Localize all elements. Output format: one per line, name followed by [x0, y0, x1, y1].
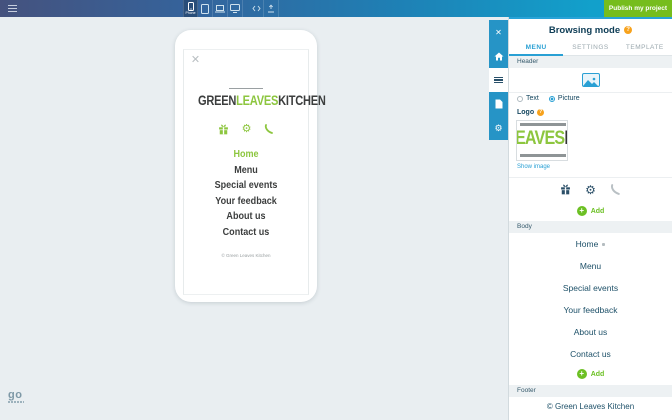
radio-picture[interactable]: Picture [549, 95, 580, 102]
settings-tool-button[interactable]: ⚙ [489, 116, 508, 140]
brand-logo-caption [8, 401, 24, 403]
device-laptop-button[interactable] [213, 0, 228, 17]
code-icon [252, 5, 261, 12]
header-icons-row: ⚙ [184, 124, 308, 135]
publish-project-button[interactable]: Publish my project [604, 0, 672, 17]
logo-preview-dark-text: K [564, 128, 568, 149]
gear-icon[interactable]: ⚙ [242, 124, 252, 135]
menu-item-your-feedback[interactable]: Your feedback [193, 194, 300, 210]
device-switcher: Phone [183, 0, 279, 17]
menu-item-about-us[interactable]: About us [193, 209, 300, 225]
header-type-radio-group: Text Picture [517, 95, 580, 102]
pages-tool-button[interactable] [489, 92, 508, 116]
logo-preview-bottombar [520, 154, 566, 157]
home-tool-button[interactable] [489, 44, 508, 68]
menu-item-menu[interactable]: Menu [193, 163, 300, 179]
body-item-contact-us[interactable]: Contact us [509, 343, 672, 365]
phone-menu: Home Menu Special events Your feedback A… [184, 147, 308, 240]
device-phone-button[interactable]: Phone [183, 0, 198, 17]
page-icon [495, 99, 503, 109]
logo-preview-topbar [520, 123, 566, 126]
laptop-icon [215, 5, 225, 13]
device-tablet-button[interactable] [198, 0, 213, 17]
editor-panel: Browsing mode ? MENU SETTINGS TEMPLATE H… [508, 17, 672, 420]
body-item-your-feedback[interactable]: Your feedback [509, 299, 672, 321]
body-item-menu[interactable]: Menu [509, 255, 672, 277]
menu-item-home[interactable]: Home [193, 147, 300, 163]
export-button[interactable] [264, 0, 279, 17]
radio-text-circle [517, 96, 523, 102]
logo-image-preview[interactable]: EAVESK [516, 120, 568, 161]
tab-menu[interactable]: MENU [509, 41, 563, 55]
close-icon: ✕ [495, 28, 502, 37]
help-icon[interactable]: ? [537, 109, 544, 116]
body-item-home[interactable]: Home [509, 233, 672, 255]
body-item-about-us[interactable]: About us [509, 321, 672, 343]
picture-icon [583, 76, 598, 86]
phone-mockup: ✕ GREENLEAVESKITCHEN ⚙ [175, 30, 317, 302]
panel-tabs: MENU SETTINGS TEMPLATE [509, 41, 672, 56]
preview-canvas: ✕ GREENLEAVESKITCHEN ⚙ [0, 17, 508, 420]
logo-field-label: Logo [517, 109, 534, 116]
logo-divider [229, 88, 263, 89]
logo-text-pre: GREEN [198, 93, 236, 108]
phone-copyright: © Green Leaves Kitchen [184, 253, 308, 258]
gift-icon[interactable] [560, 184, 571, 195]
gear-icon[interactable]: ⚙ [585, 184, 596, 196]
export-icon [267, 4, 275, 13]
add-body-item-button[interactable]: + Add [509, 365, 672, 383]
hamburger-icon[interactable] [8, 5, 17, 12]
radio-picture-circle [549, 96, 555, 102]
add-header-icon-button[interactable]: + Add [509, 202, 672, 220]
panel-title: Browsing mode [549, 25, 620, 36]
help-icon[interactable]: ? [624, 26, 632, 34]
tab-settings[interactable]: SETTINGS [563, 41, 617, 55]
close-panel-button[interactable]: ✕ [489, 20, 508, 44]
logo-preview-green-text: EAVES [516, 128, 564, 149]
body-item-special-events[interactable]: Special events [509, 277, 672, 299]
panel-header-icons: ⚙ [509, 177, 672, 201]
header-image-button[interactable] [582, 73, 600, 87]
app-brand-logo[interactable]: go [8, 390, 24, 403]
body-items-list: Home Menu Special events Your feedback A… [509, 233, 672, 365]
desktop-icon [230, 4, 240, 13]
phone-icon [188, 2, 194, 11]
code-view-button[interactable] [249, 0, 264, 17]
tab-template[interactable]: TEMPLATE [618, 41, 672, 55]
phone-handset-icon[interactable] [264, 124, 274, 134]
show-image-link[interactable]: Show image [517, 164, 550, 170]
logo-text-post: KITCHEN [278, 93, 325, 108]
home-marker-icon [602, 243, 605, 246]
radio-text[interactable]: Text [517, 95, 539, 102]
footer-copyright[interactable]: © Green Leaves Kitchen [509, 402, 672, 411]
editor-tool-strip: ✕ ⚙ [489, 20, 508, 140]
logo-text-green: LEAVES [236, 93, 278, 108]
phone-handset-icon[interactable] [610, 184, 621, 195]
menu-item-special-events[interactable]: Special events [193, 178, 300, 194]
section-body: Body [509, 221, 672, 233]
section-footer: Footer [509, 385, 672, 397]
top-bar: Phone [0, 0, 672, 17]
close-icon[interactable]: ✕ [190, 55, 201, 66]
home-icon [494, 52, 504, 61]
device-desktop-button[interactable] [228, 0, 243, 17]
plus-icon: + [577, 206, 587, 216]
phone-screen: ✕ GREENLEAVESKITCHEN ⚙ [183, 49, 309, 295]
menu-tool-button[interactable] [489, 68, 508, 92]
menu-list-icon [494, 76, 503, 85]
section-header: Header [509, 56, 672, 68]
menu-item-contact-us[interactable]: Contact us [193, 225, 300, 241]
gear-icon: ⚙ [494, 123, 502, 134]
device-phone-label: Phone [185, 12, 195, 15]
brand-logo-text: go [8, 390, 24, 400]
plus-icon: + [577, 369, 587, 379]
gift-icon[interactable] [218, 124, 229, 135]
tablet-icon [201, 4, 209, 14]
site-logo: GREENLEAVESKITCHEN [184, 88, 308, 110]
